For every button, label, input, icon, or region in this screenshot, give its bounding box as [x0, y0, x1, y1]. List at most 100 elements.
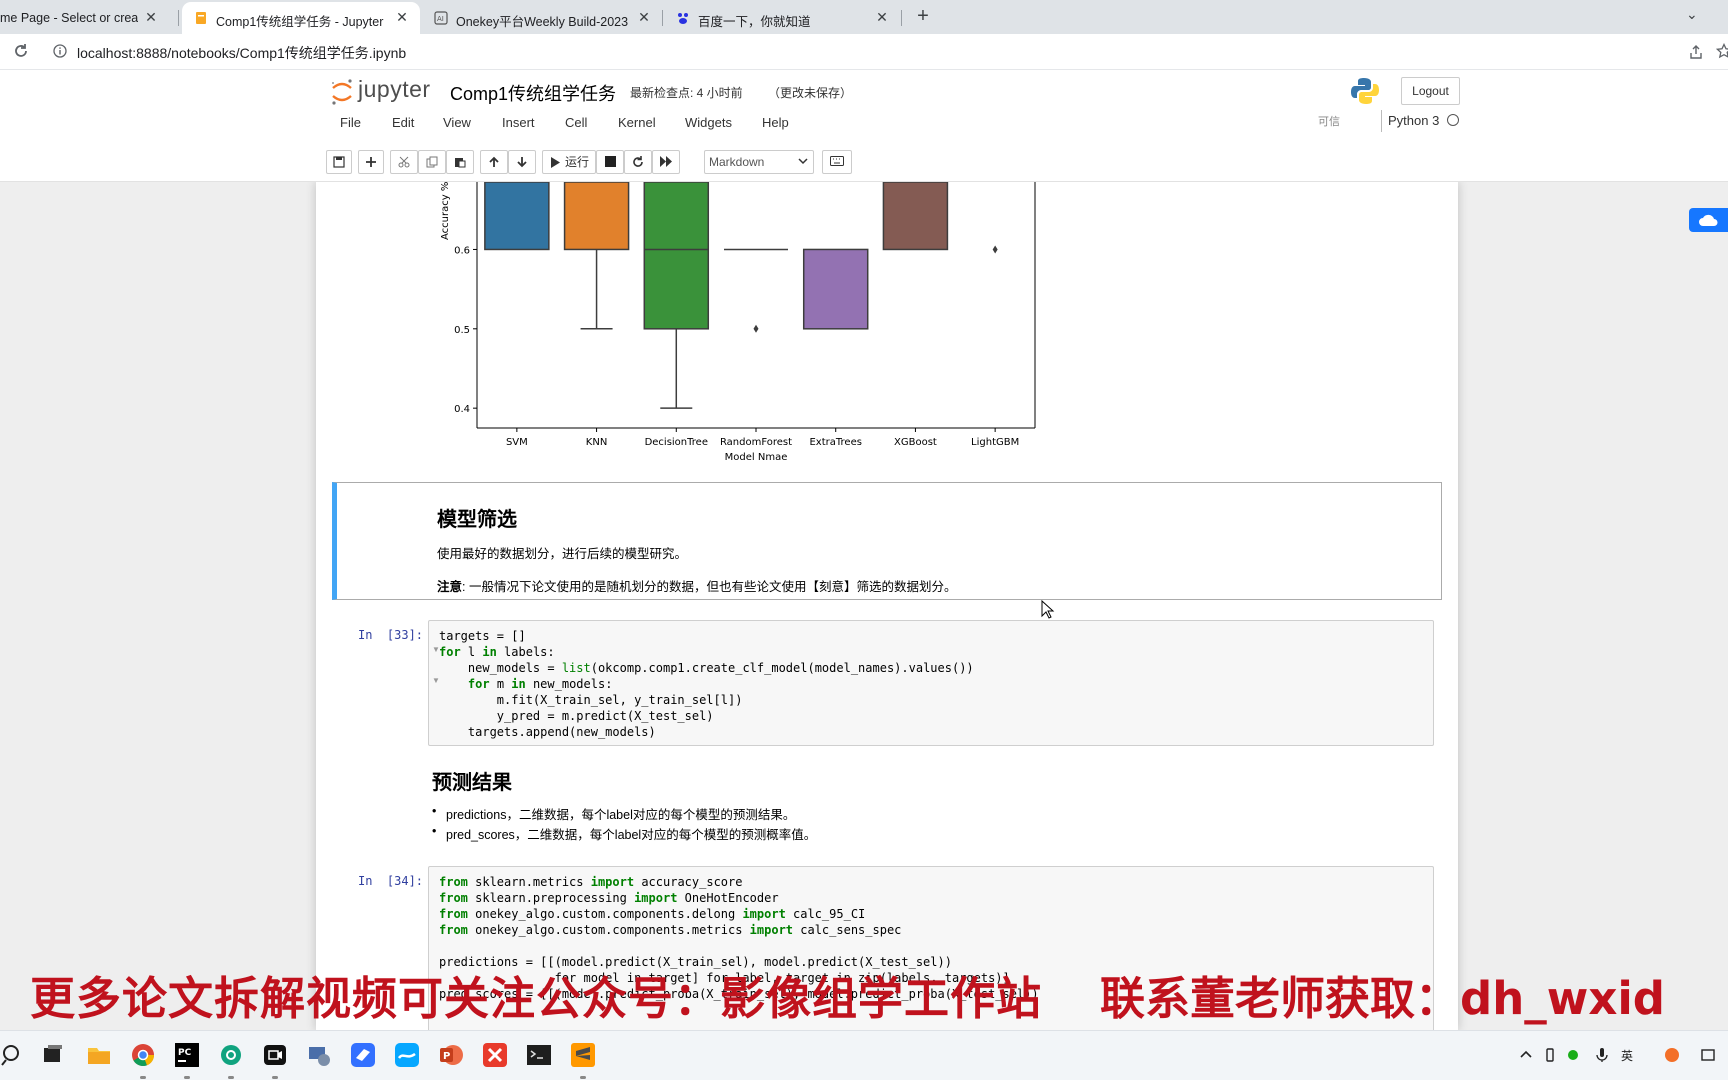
box-ExtraTrees	[802, 248, 869, 330]
fast-forward-icon	[659, 156, 672, 167]
x-tick-label: DecisionTree	[645, 437, 708, 448]
cell-type-value: Markdown	[709, 155, 765, 169]
notebook-title[interactable]: Comp1传统组学任务	[450, 80, 616, 106]
restart-run-all-button[interactable]	[652, 150, 680, 174]
interrupt-button[interactable]	[596, 150, 624, 174]
reload-icon[interactable]	[12, 42, 30, 60]
chatgpt-icon[interactable]	[218, 1042, 244, 1068]
menu-file[interactable]: File	[340, 115, 361, 130]
menu-view[interactable]: View	[443, 115, 471, 130]
tab-home[interactable]: me Page - Select or create ✕	[0, 2, 170, 34]
notification-icon[interactable]	[1700, 1047, 1716, 1063]
y-axis-label: Accuracy %	[440, 182, 451, 240]
tab-title: Comp1传统组学任务 - Jupyter	[216, 15, 384, 29]
code-line: y_pred = m.predict(X_test_sel)	[439, 709, 714, 723]
box-XGBoost	[882, 182, 949, 251]
share-icon[interactable]	[1688, 44, 1704, 60]
paste-button[interactable]	[446, 150, 474, 174]
xmind-icon[interactable]	[482, 1042, 508, 1068]
menu-cell[interactable]: Cell	[565, 115, 587, 130]
search-icon[interactable]	[0, 1042, 26, 1068]
terminal-icon[interactable]	[526, 1042, 552, 1068]
run-label: 运行	[565, 155, 590, 169]
play-icon	[551, 157, 560, 168]
video-icon[interactable]	[262, 1042, 288, 1068]
close-icon[interactable]: ✕	[874, 9, 890, 25]
bookmark-star-icon[interactable]	[1716, 43, 1728, 59]
pycharm-icon[interactable]: PC	[174, 1042, 200, 1068]
stop-icon	[604, 156, 616, 167]
markdown-cell-predict[interactable]: 预测结果 predictions，二维数据，每个label对应的每个模型的预测结…	[332, 756, 1442, 856]
menu-widgets[interactable]: Widgets	[685, 115, 732, 130]
notebook-area[interactable]: 0.4 0.5 0.6 Accuracy % SVM KNN DecisionTree Ran…	[0, 182, 1728, 1030]
close-icon[interactable]: ✕	[394, 9, 410, 25]
wechat-icon[interactable]	[1566, 1047, 1582, 1063]
code-line: for l in labels:	[439, 645, 555, 659]
jupyter-logo-icon[interactable]	[330, 78, 354, 106]
menu-kernel[interactable]: Kernel	[618, 115, 656, 130]
baidu-netdisk-icon[interactable]	[394, 1042, 420, 1068]
menu-edit[interactable]: Edit	[392, 115, 414, 130]
chrome-icon[interactable]	[130, 1042, 156, 1068]
tab-notebook[interactable]: Comp1传统组学任务 - Jupyter ✕	[182, 2, 420, 34]
svg-text:P: P	[443, 1051, 450, 1062]
save-button[interactable]	[326, 150, 352, 174]
notebook-icon	[196, 12, 206, 24]
close-icon[interactable]: ✕	[143, 9, 159, 25]
file-explorer-icon[interactable]	[86, 1042, 112, 1068]
cloud-sync-button[interactable]	[1689, 208, 1728, 232]
keyboard-icon	[830, 156, 844, 166]
trusted-indicator[interactable]: 可信	[1314, 112, 1344, 132]
command-palette-button[interactable]	[822, 150, 852, 174]
run-button[interactable]: 运行	[542, 150, 596, 174]
input-method-icon[interactable]: 英	[1620, 1047, 1636, 1063]
settings-icon[interactable]	[306, 1042, 332, 1068]
x-tick-label: SVM	[506, 437, 528, 448]
close-icon[interactable]: ✕	[636, 9, 652, 25]
move-down-button[interactable]	[508, 150, 536, 174]
logout-button[interactable]: Logout	[1401, 77, 1460, 105]
code-line: new_models = list(okcomp.comp1.create_cl…	[439, 661, 974, 675]
svg-text:PC: PC	[178, 1048, 192, 1058]
insert-cell-button[interactable]	[358, 150, 384, 174]
x-tick-label: LightGBM	[971, 437, 1019, 448]
running-indicator	[184, 1076, 190, 1079]
cell-type-select[interactable]: Markdown	[704, 150, 814, 174]
code-line: for m in new_models:	[467, 677, 613, 691]
save-icon	[333, 156, 345, 168]
url-field[interactable]: localhost:8888/notebooks/Comp1传统组学任务.ipy…	[77, 43, 406, 63]
tab-baidu[interactable]: 百度一下，你就知道 ✕	[664, 2, 900, 34]
usb-icon[interactable]	[1542, 1047, 1558, 1063]
menu-help[interactable]: Help	[762, 115, 789, 130]
menu-insert[interactable]: Insert	[502, 115, 535, 130]
sublime-icon[interactable]	[570, 1042, 596, 1068]
tab-search-button[interactable]: ⌄	[1686, 6, 1698, 23]
x-tick-label: RandomForest	[720, 437, 792, 448]
markdown-cell-model-select[interactable]: 模型筛选 使用最好的数据划分，进行后续的模型研究。 注意: 一般情况下论文使用的…	[332, 482, 1442, 600]
section-heading: 模型筛选	[437, 509, 517, 531]
box-KNN	[563, 182, 630, 251]
code-cell-33[interactable]: In [33]: ▼ ▼ targets = [] for l in label…	[332, 618, 1442, 748]
feishu-icon[interactable]	[350, 1042, 376, 1068]
new-tab-button[interactable]: +	[912, 6, 934, 28]
powerpoint-icon[interactable]: P	[438, 1042, 464, 1068]
x-axis-label: Model Nmae	[725, 452, 788, 463]
jupyter-logo-text[interactable]: jupyter	[358, 76, 431, 103]
code-editor[interactable]: ▼ ▼ targets = [] for l in labels: new_mo…	[428, 620, 1434, 746]
sogou-icon[interactable]	[1664, 1047, 1680, 1063]
cut-button[interactable]	[390, 150, 418, 174]
restart-button[interactable]	[624, 150, 652, 174]
paragraph: 使用最好的数据划分，进行后续的模型研究。	[437, 547, 688, 561]
site-info-icon[interactable]	[53, 44, 67, 58]
microphone-icon[interactable]	[1594, 1047, 1610, 1063]
move-up-button[interactable]	[480, 150, 508, 174]
chevron-up-icon[interactable]	[1518, 1047, 1534, 1063]
task-view-icon[interactable]	[40, 1042, 66, 1068]
restart-icon	[633, 156, 643, 167]
tab-onekey[interactable]: AI Onekey平台Weekly Build-2023 ✕	[422, 2, 662, 34]
code-line: from onekey_algo.custom.components.delon…	[439, 907, 866, 921]
note-paragraph: 注意: 一般情况下论文使用的是随机划分的数据，但也有些论文使用【刻意】筛选的数据…	[437, 576, 956, 595]
kernel-name[interactable]: Python 3	[1388, 113, 1439, 128]
copy-button[interactable]	[418, 150, 446, 174]
code-line: targets = []	[439, 629, 526, 643]
